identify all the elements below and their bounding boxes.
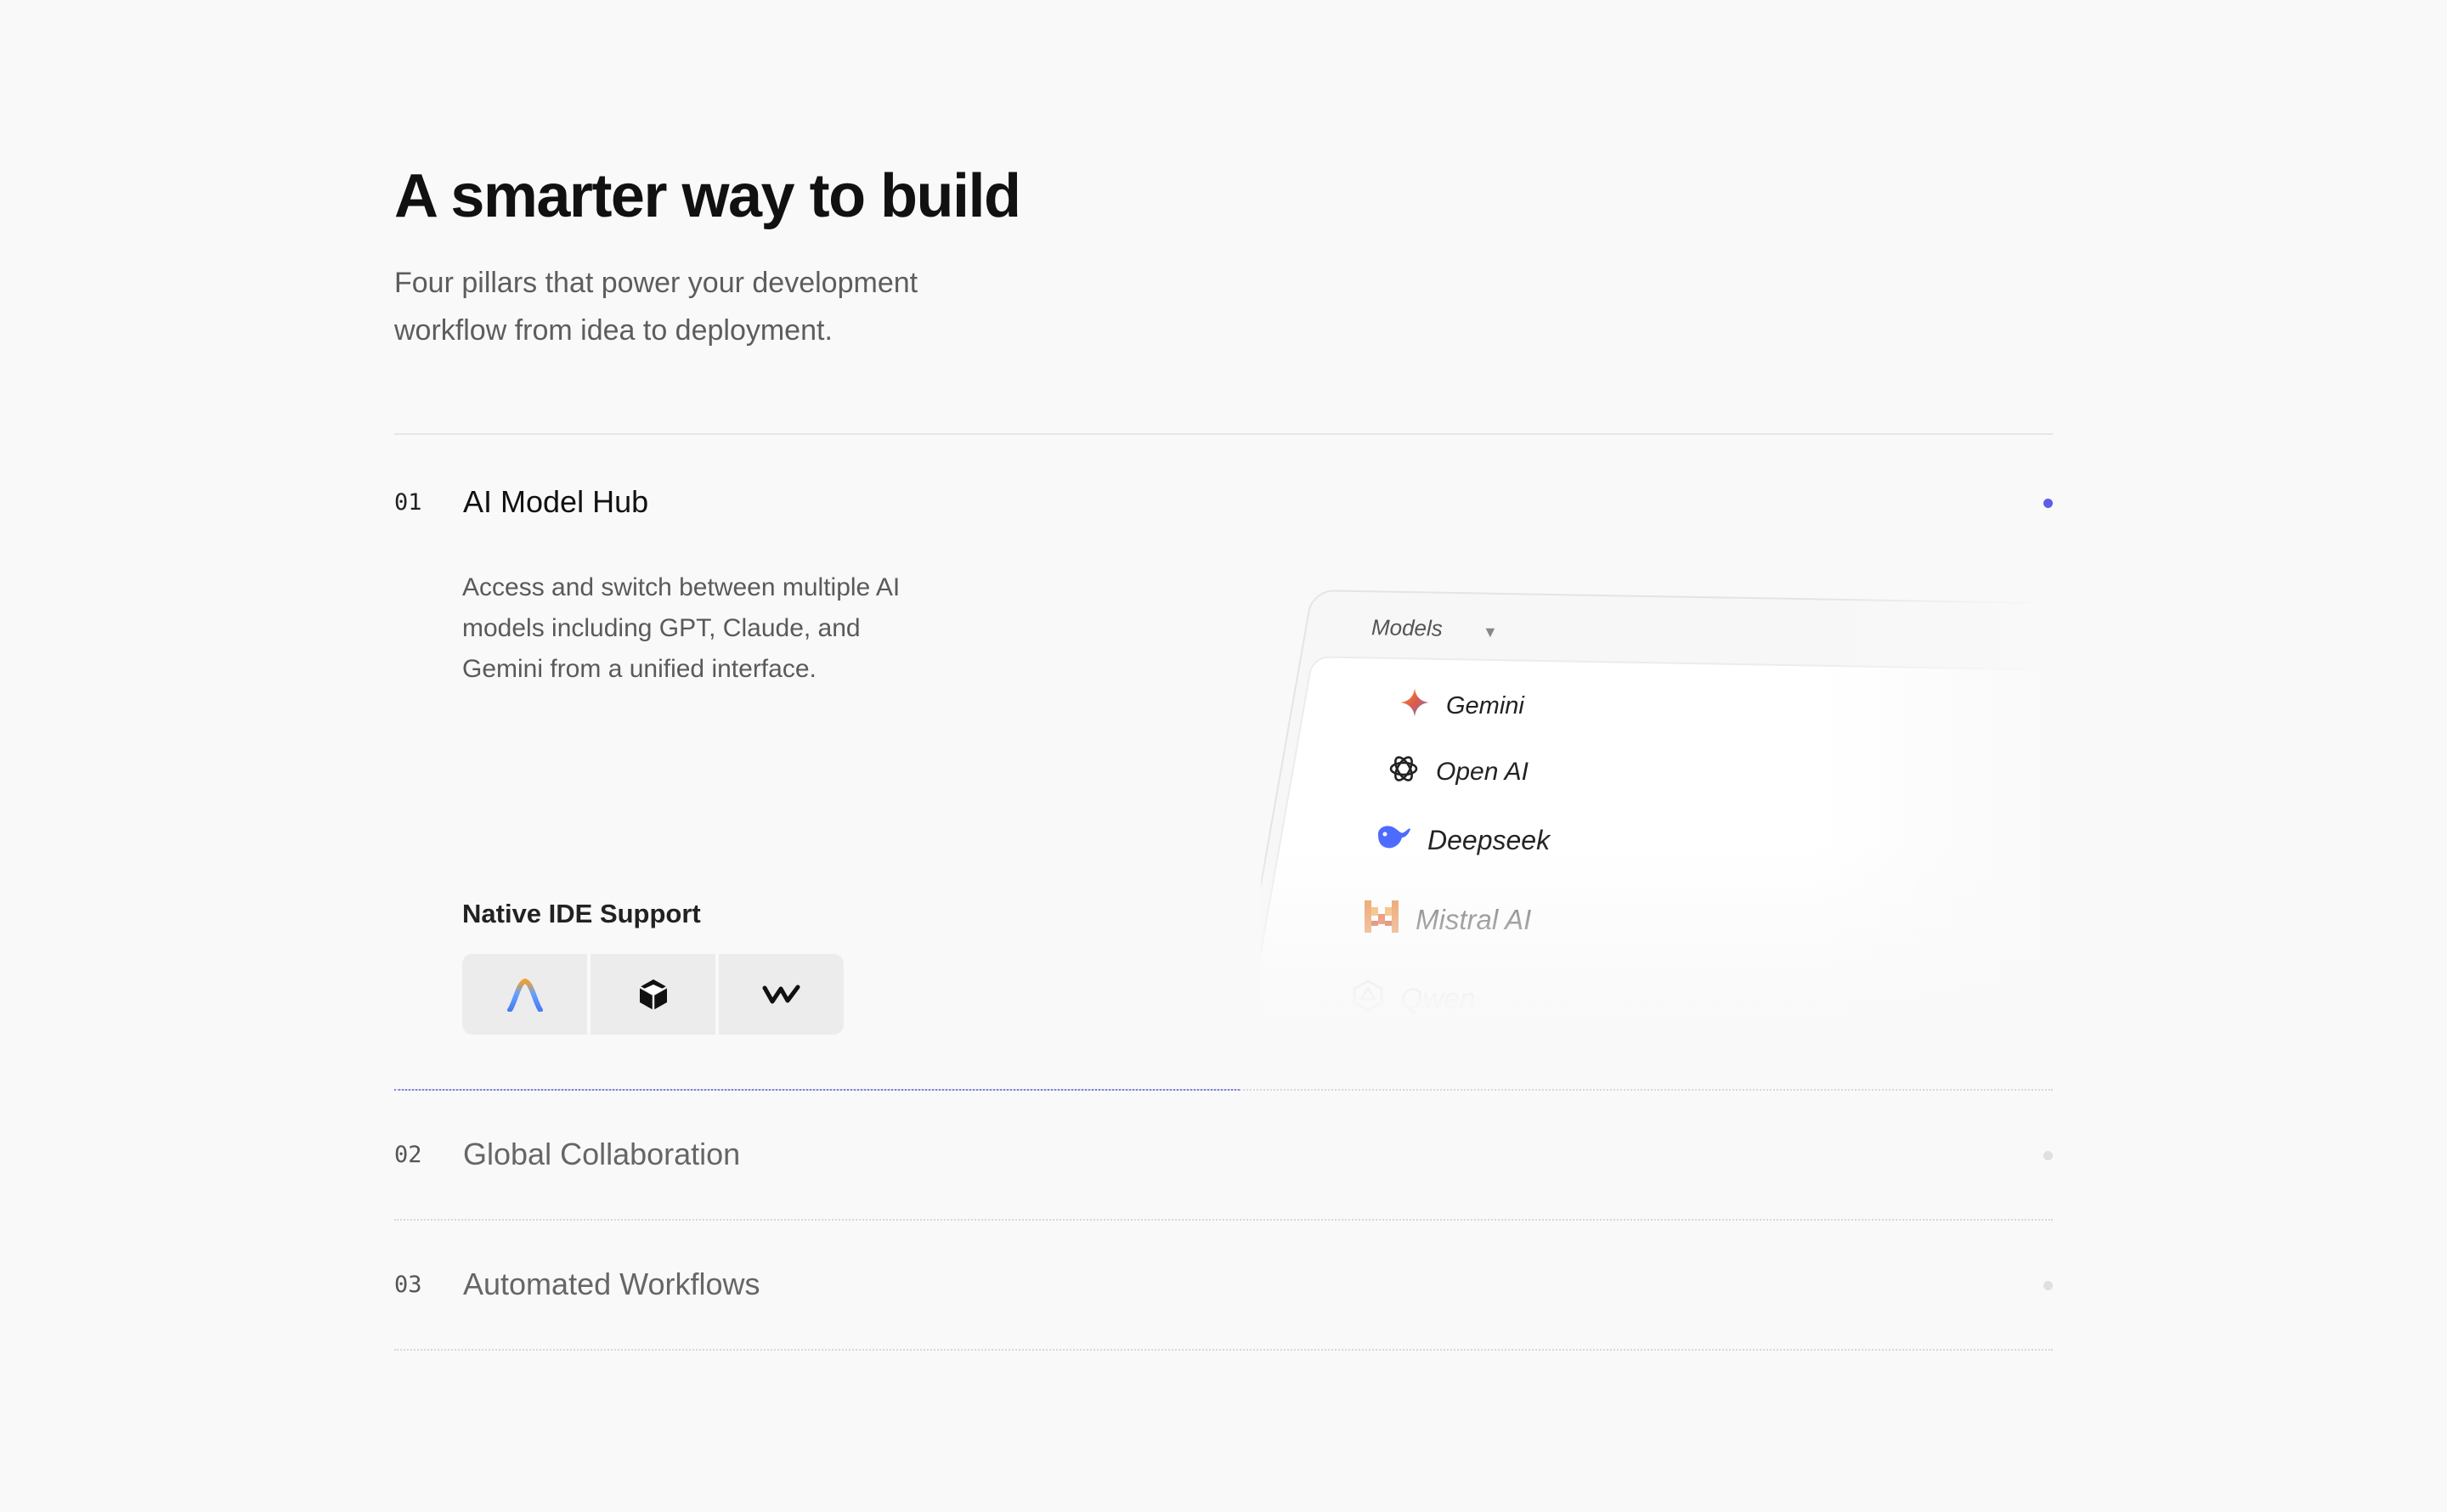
pillar-title: Automated Workflows	[463, 1267, 760, 1301]
pillar-title: AI Model Hub	[463, 484, 649, 519]
model-item-qwen[interactable]: Qwen	[1351, 979, 1476, 1019]
antigravity-icon[interactable]	[462, 954, 587, 1035]
ide-support-label: Native IDE Support	[462, 899, 701, 928]
qwen-icon	[1351, 979, 1385, 1019]
pillar-title: Global Collaboration	[463, 1137, 741, 1171]
pillar-number: 03	[394, 1272, 422, 1298]
divider	[394, 433, 2053, 435]
pillar-progress-line	[394, 1089, 1240, 1091]
ide-icon-group	[462, 954, 844, 1035]
models-panel	[1261, 590, 2053, 1019]
section-title: A smarter way to build	[394, 162, 1021, 230]
pillar-description: Access and switch between multiple AI mo…	[462, 573, 901, 683]
divider	[394, 1219, 2053, 1221]
model-label: Open AI	[1436, 758, 1529, 786]
model-item-gemini[interactable]: Gemini	[1399, 686, 1524, 725]
features-section: A smarter way to build Four pillars that…	[394, 0, 2053, 1512]
gemini-icon	[1399, 686, 1431, 725]
model-label: Qwen	[1400, 983, 1476, 1015]
cursor-icon[interactable]	[591, 954, 715, 1035]
model-item-deepseek[interactable]: Deepseek	[1375, 822, 1550, 858]
divider	[394, 1349, 2053, 1351]
pillar-global-collaboration-header[interactable]: 02 Global Collaboration	[394, 1121, 2053, 1189]
pillar-number: 02	[394, 1142, 422, 1168]
caret-down-icon[interactable]: ▼	[1483, 623, 1498, 641]
model-label: Deepseek	[1427, 824, 1551, 855]
pillar-number: 01	[394, 489, 422, 516]
active-indicator-dot	[2043, 499, 2053, 508]
model-item-openai[interactable]: Open AI	[1387, 752, 1529, 793]
pillar-ai-model-hub-header[interactable]: 01 AI Model Hub	[394, 469, 2053, 537]
pillar-automated-workflows-header[interactable]: 03 Automated Workflows	[394, 1251, 2053, 1319]
openai-icon	[1387, 752, 1421, 793]
deepseek-icon	[1375, 822, 1412, 858]
models-preview: Models ▼ Gemini Open AI Deepseek Mistral…	[1261, 578, 2053, 1019]
models-dropdown-label[interactable]: Models	[1371, 614, 1443, 641]
inactive-indicator-dot	[2043, 1281, 2053, 1290]
model-label: Mistral AI	[1416, 904, 1532, 935]
inactive-indicator-dot	[2043, 1151, 2053, 1160]
model-label: Gemini	[1446, 691, 1524, 719]
windsurf-icon[interactable]	[719, 954, 844, 1035]
model-item-mistral[interactable]: Mistral AI	[1363, 899, 1531, 941]
mistral-icon	[1363, 899, 1400, 941]
section-subtitle: Four pillars that power your development…	[394, 267, 918, 347]
